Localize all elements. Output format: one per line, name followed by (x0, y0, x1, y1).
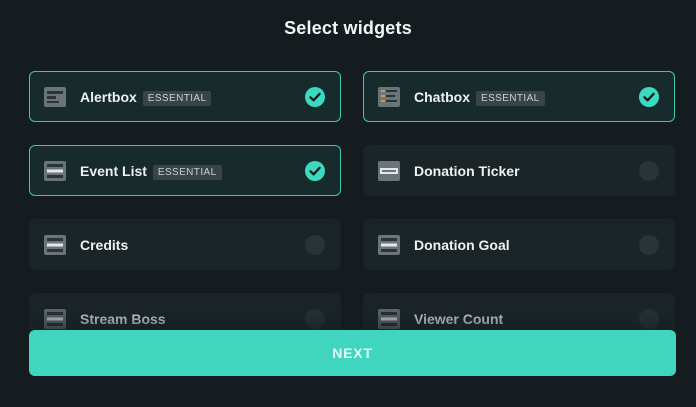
widget-card-content: Alertbox ESSENTIAL (80, 89, 212, 106)
widget-label: Alertbox (80, 89, 137, 105)
widget-label: Event List (80, 163, 147, 179)
alertbox-widget-icon (44, 87, 66, 107)
widget-label: Stream Boss (80, 311, 166, 327)
widget-card-content: Event List ESSENTIAL (80, 163, 222, 180)
widget-label: Credits (80, 237, 129, 253)
selected-checkmark-icon[interactable] (305, 87, 325, 107)
widget-card-chatbox[interactable]: Chatbox ESSENTIAL (363, 71, 675, 122)
credits-widget-icon (44, 235, 66, 255)
widget-label: Chatbox (414, 89, 470, 105)
viewer-count-widget-icon (378, 309, 400, 329)
essential-badge: ESSENTIAL (476, 91, 545, 106)
next-button[interactable]: NEXT (29, 330, 676, 376)
unselected-radio-icon[interactable] (639, 161, 659, 181)
essential-badge: ESSENTIAL (152, 165, 222, 180)
event-list-widget-icon (44, 161, 66, 181)
unselected-radio-icon[interactable] (639, 235, 659, 255)
widget-label: Donation Ticker (414, 163, 520, 179)
widget-card-event-list[interactable]: Event List ESSENTIAL (29, 145, 341, 196)
widget-card-donation-goal[interactable]: Donation Goal (363, 219, 675, 270)
donation-goal-widget-icon (378, 235, 400, 255)
selected-checkmark-icon[interactable] (305, 161, 325, 181)
selected-checkmark-icon[interactable] (639, 87, 659, 107)
essential-badge: ESSENTIAL (142, 91, 212, 106)
chatbox-widget-icon (378, 87, 400, 107)
widget-label: Donation Goal (414, 237, 510, 253)
stream-boss-widget-icon (44, 309, 66, 329)
unselected-radio-icon[interactable] (305, 309, 325, 329)
select-widgets-screen: Select widgets Alertbox ESSENTIAL Chatbox… (0, 0, 696, 407)
widget-card-content: Chatbox ESSENTIAL (414, 89, 545, 106)
unselected-radio-icon[interactable] (305, 235, 325, 255)
donation-ticker-widget-icon (378, 161, 400, 181)
widget-card-donation-ticker[interactable]: Donation Ticker (363, 145, 675, 196)
widget-label: Viewer Count (414, 311, 504, 327)
unselected-radio-icon[interactable] (639, 309, 659, 329)
widget-card-alertbox[interactable]: Alertbox ESSENTIAL (29, 71, 341, 122)
widget-card-credits[interactable]: Credits (29, 219, 341, 270)
page-title: Select widgets (284, 18, 412, 38)
